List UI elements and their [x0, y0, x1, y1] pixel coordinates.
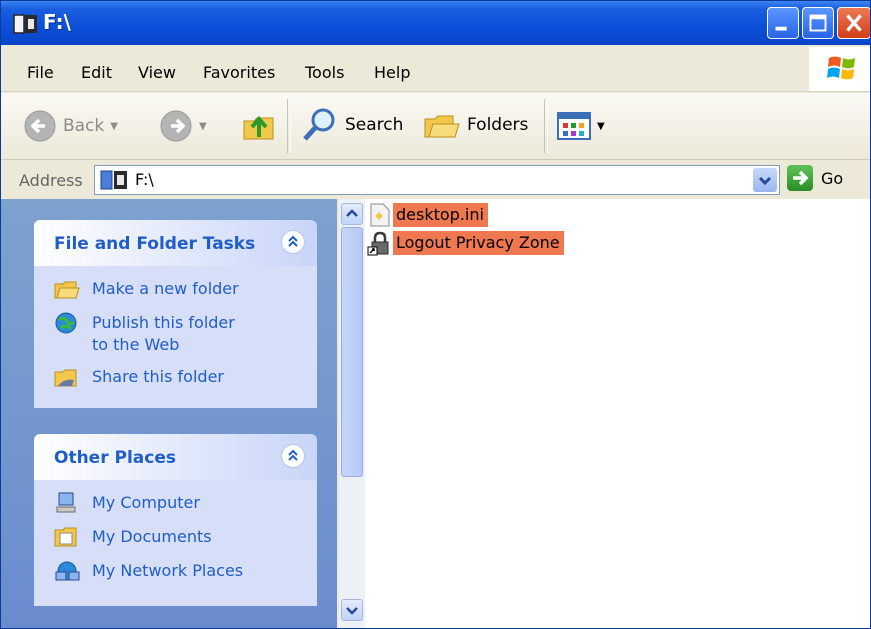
file-item[interactable]: Logout Privacy Zone	[367, 229, 564, 257]
collapse-button[interactable]	[281, 230, 305, 254]
go-label: Go	[821, 168, 844, 188]
menu-help[interactable]: Help	[374, 63, 410, 82]
place-label: My Documents	[92, 527, 212, 546]
go-arrow-icon	[787, 165, 813, 191]
folders-label: Folders	[467, 115, 529, 135]
scroll-thumb[interactable]	[341, 227, 363, 477]
address-bar: Address F:\ Go	[1, 161, 870, 199]
chevron-up-icon	[288, 449, 298, 461]
maximize-button[interactable]	[802, 7, 834, 39]
menu-bar: File Edit View Favorites Tools Help	[1, 51, 870, 92]
chevron-down-icon	[758, 176, 772, 186]
task-pane: File and Folder Tasks Make a new folder	[1, 199, 337, 628]
lock-shortcut-icon	[367, 230, 393, 256]
menu-view[interactable]: View	[138, 63, 176, 82]
publish-web-icon	[54, 312, 80, 334]
toolbar: Back ▼ ▼ Search Folders ▼	[1, 93, 870, 160]
minimize-button[interactable]	[767, 7, 799, 39]
task-label: Share this folder	[92, 367, 224, 386]
task-share-folder[interactable]: Share this folder	[54, 366, 224, 388]
place-label: My Network Places	[92, 561, 244, 580]
drive-icon	[99, 169, 129, 195]
scroll-down-button[interactable]	[341, 599, 363, 621]
task-publish-folder[interactable]: Publish this folder to the Web	[54, 312, 254, 356]
search-magnifier-icon	[303, 108, 335, 141]
new-folder-icon	[54, 278, 80, 300]
address-input[interactable]: F:\	[94, 165, 780, 195]
back-dropdown-icon[interactable]: ▼	[110, 121, 118, 132]
menu-tools[interactable]: Tools	[305, 63, 344, 82]
panel-title: Other Places	[54, 448, 176, 468]
other-places-panel: Other Places My Computer My Documents My…	[34, 434, 317, 606]
network-places-icon	[54, 560, 80, 582]
back-arrow-icon	[24, 110, 56, 142]
panel-header[interactable]: File and Folder Tasks	[34, 220, 317, 266]
forward-dropdown-icon[interactable]: ▼	[199, 121, 207, 132]
search-button[interactable]: Search	[301, 107, 403, 143]
panel-body: Make a new folder Publish this folder to…	[34, 266, 317, 408]
menu-edit[interactable]: Edit	[81, 63, 112, 82]
go-button[interactable]: Go	[787, 165, 843, 191]
back-button[interactable]: Back ▼	[23, 109, 118, 143]
scroll-up-button[interactable]	[341, 203, 363, 225]
address-value: F:\	[135, 170, 154, 189]
title-bar[interactable]: F:\	[1, 1, 870, 45]
folders-icon	[424, 115, 460, 138]
file-item[interactable]: desktop.ini	[367, 201, 488, 229]
forward-arrow-icon	[160, 110, 192, 142]
address-label: Address	[19, 171, 83, 190]
search-label: Search	[345, 115, 404, 135]
menu-favorites[interactable]: Favorites	[203, 63, 275, 82]
address-dropdown-button[interactable]	[753, 168, 777, 192]
file-name: desktop.ini	[393, 203, 488, 227]
place-label: My Computer	[92, 493, 200, 512]
back-label: Back	[63, 116, 105, 136]
folders-button[interactable]: Folders	[423, 107, 528, 143]
chevron-down-icon	[346, 607, 358, 615]
explorer-window: F:\ File Edit View Favorites Tools Help	[0, 0, 871, 629]
chevron-up-icon	[346, 209, 358, 217]
panel-header[interactable]: Other Places	[34, 434, 317, 480]
drive-icon	[13, 13, 39, 35]
place-my-computer[interactable]: My Computer	[54, 492, 200, 514]
up-button[interactable]	[241, 107, 277, 143]
my-documents-icon	[54, 526, 80, 548]
windows-logo-icon	[809, 47, 870, 91]
toolbar-separator	[287, 99, 291, 153]
chevron-up-icon	[288, 235, 298, 247]
my-computer-icon	[54, 492, 80, 514]
views-dropdown-icon[interactable]: ▼	[597, 121, 605, 132]
views-button[interactable]: ▼	[557, 111, 605, 141]
task-label: Publish this folder to the Web	[92, 313, 235, 354]
panel-title: File and Folder Tasks	[54, 234, 256, 254]
toolbar-separator	[544, 99, 548, 153]
window-title: F:\	[43, 10, 71, 34]
task-make-new-folder[interactable]: Make a new folder	[54, 278, 239, 300]
vertical-scrollbar[interactable]	[339, 199, 365, 628]
menu-file[interactable]: File	[27, 63, 54, 82]
task-label: Make a new folder	[92, 279, 239, 298]
file-name: Logout Privacy Zone	[393, 231, 564, 255]
place-my-documents[interactable]: My Documents	[54, 526, 212, 548]
forward-button[interactable]: ▼	[159, 109, 207, 143]
views-icon	[557, 112, 591, 140]
file-folder-tasks-panel: File and Folder Tasks Make a new folder	[34, 220, 317, 408]
collapse-button[interactable]	[281, 444, 305, 468]
ini-file-icon	[367, 202, 393, 228]
close-button[interactable]	[837, 7, 870, 39]
panel-body: My Computer My Documents My Network Plac…	[34, 480, 317, 606]
place-my-network-places[interactable]: My Network Places	[54, 560, 243, 582]
share-folder-icon	[54, 366, 80, 388]
up-folder-icon	[243, 115, 274, 140]
file-list[interactable]: desktop.ini Logout Privacy Zone	[365, 199, 870, 628]
